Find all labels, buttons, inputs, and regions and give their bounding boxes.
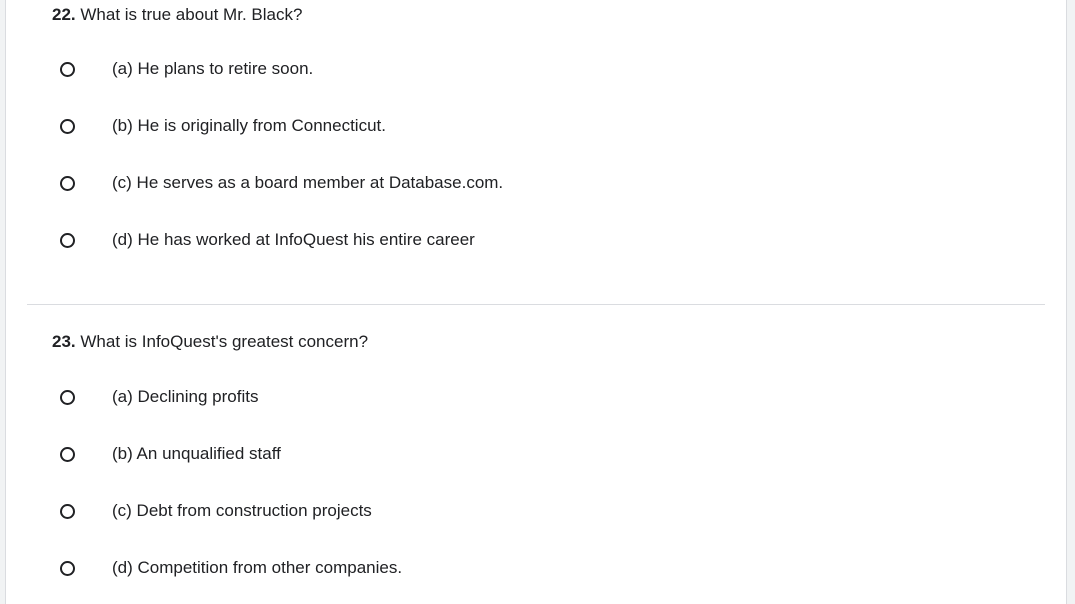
option-23-b[interactable]: (b) An unqualified staff (60, 442, 281, 466)
radio-button-icon[interactable] (60, 61, 75, 77)
question-text: What is InfoQuest's greatest concern? (80, 332, 369, 351)
radio-button-icon[interactable] (60, 560, 75, 576)
option-label: (c) He serves as a board member at Datab… (112, 173, 504, 192)
radio-button-icon[interactable] (60, 175, 75, 191)
option-label: (d) Competition from other companies. (112, 558, 403, 577)
radio-button-icon[interactable] (60, 446, 75, 462)
option-label: (b) An unqualified staff (112, 444, 281, 463)
radio-button-icon[interactable] (60, 118, 75, 134)
option-23-d[interactable]: (d) Competition from other companies. (60, 556, 402, 580)
option-label: (a) He plans to retire soon. (112, 59, 314, 78)
option-label: (a) Declining profits (112, 387, 259, 406)
question-22: 22. What is true about Mr. Black? (a) He… (52, 4, 1032, 249)
option-22-c[interactable]: (c) He serves as a board member at Datab… (60, 171, 503, 195)
radio-button-icon[interactable] (60, 232, 75, 248)
radio-button-icon[interactable] (60, 503, 75, 519)
option-23-a[interactable]: (a) Declining profits (60, 385, 258, 409)
option-label: (d) He has worked at InfoQuest his entir… (112, 230, 475, 249)
question-number: 22. (52, 5, 76, 24)
option-23-c[interactable]: (c) Debt from construction projects (60, 499, 372, 523)
question-title: 23. What is InfoQuest's greatest concern… (52, 331, 1032, 353)
question-number: 23. (52, 332, 76, 351)
question-text: What is true about Mr. Black? (80, 5, 303, 24)
radio-button-icon[interactable] (60, 389, 75, 405)
option-22-b[interactable]: (b) He is originally from Connecticut. (60, 114, 386, 138)
form-card: 22. What is true about Mr. Black? (a) He… (5, 0, 1067, 604)
option-label: (c) Debt from construction projects (112, 501, 372, 520)
option-22-d[interactable]: (d) He has worked at InfoQuest his entir… (60, 228, 475, 252)
option-label: (b) He is originally from Connecticut. (112, 116, 386, 135)
question-divider (27, 304, 1045, 305)
question-23: 23. What is InfoQuest's greatest concern… (52, 331, 1032, 577)
question-title: 22. What is true about Mr. Black? (52, 4, 1032, 26)
option-22-a[interactable]: (a) He plans to retire soon. (60, 57, 313, 81)
